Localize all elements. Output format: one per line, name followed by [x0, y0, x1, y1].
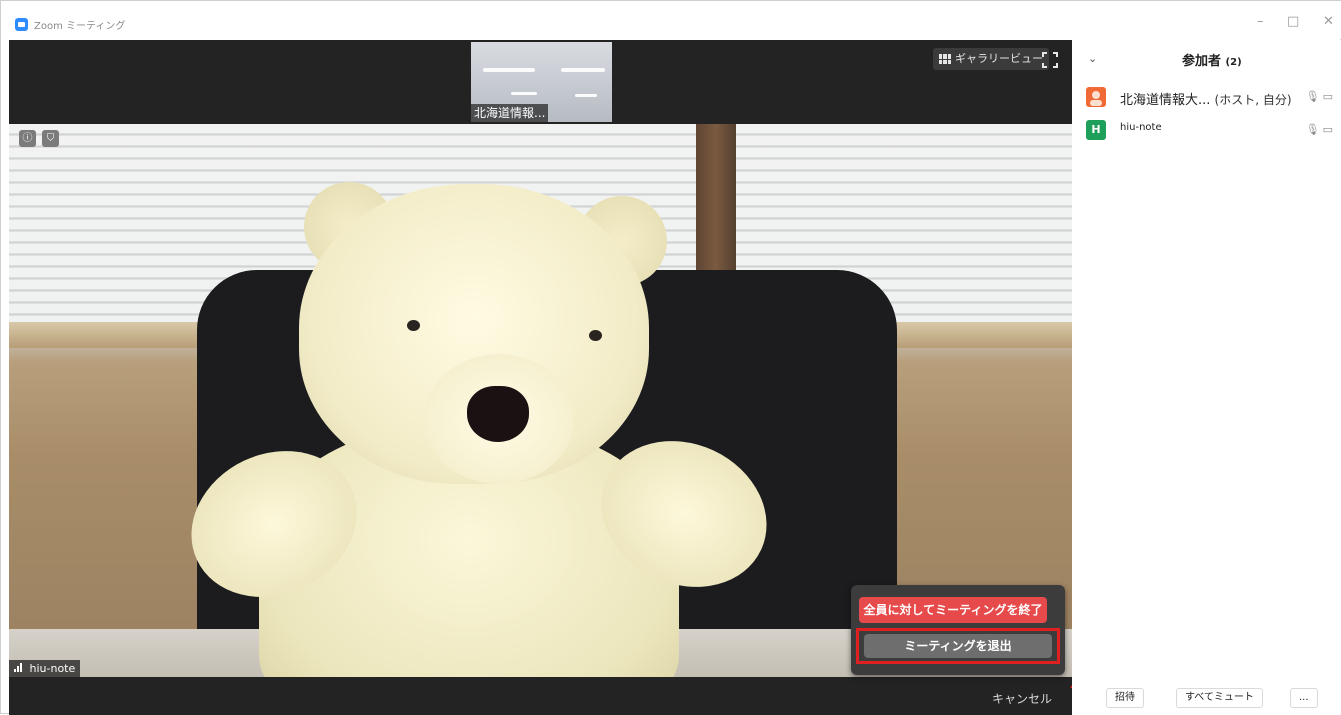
teddy-bear-nose — [467, 386, 529, 442]
shield-icon[interactable]: ⛉ — [42, 130, 59, 147]
grid-icon — [939, 54, 951, 64]
gallery-view-button[interactable]: ギャラリービュー — [933, 48, 1049, 70]
cancel-button[interactable]: キャンセル — [992, 690, 1052, 707]
mute-all-button[interactable]: すべてミュート — [1176, 688, 1263, 708]
participant-name: 北海道情報大... — [1120, 93, 1211, 108]
minimize-button[interactable]: – — [1257, 15, 1264, 29]
avatar — [1086, 87, 1106, 107]
invite-button[interactable]: 招待 — [1106, 688, 1144, 708]
fullscreen-icon[interactable] — [1042, 52, 1058, 68]
speaker-name: hiu-note — [29, 662, 76, 675]
microphone-icon[interactable]: 🎙 — [1306, 123, 1323, 136]
end-meeting-popup: 全員に対してミーティングを終了 ミーティングを退出 — [851, 585, 1065, 675]
maximize-button[interactable]: □ — [1287, 15, 1299, 29]
participants-panel: ⌄ 参加者 (2) 北海道情報大... (ホスト, 自分) 🎙▭ H hiu-n… — [1072, 40, 1341, 715]
person-icon — [1090, 91, 1102, 106]
chevron-down-icon[interactable]: ⌄ — [1088, 52, 1097, 65]
video-camera-icon[interactable]: ▭ — [1323, 90, 1336, 103]
panel-footer: 招待 すべてミュート ... — [1072, 686, 1341, 710]
leave-meeting-button[interactable]: ミーティングを退出 — [864, 634, 1052, 658]
participant-row[interactable]: H hiu-note 🎙▭ — [1086, 118, 1338, 142]
participant-thumbnail[interactable]: 北海道情報... — [471, 42, 612, 122]
participant-role: (ホスト, 自分) — [1214, 93, 1292, 107]
avatar: H — [1086, 120, 1106, 140]
more-options-button[interactable]: ... — [1290, 688, 1318, 708]
participant-count: (2) — [1225, 57, 1242, 68]
meeting-info-icons: ⓘ ⛉ — [19, 130, 59, 147]
zoom-app-icon — [15, 18, 28, 31]
thumbnail-name-label: 北海道情報... — [471, 104, 549, 122]
video-camera-icon[interactable]: ▭ — [1323, 123, 1336, 136]
speaker-name-tag: hiu-note — [9, 660, 81, 677]
title-bar: Zoom ミーティング – □ ✕ — [1, 1, 1341, 39]
panel-header: ⌄ 参加者 (2) — [1072, 50, 1341, 72]
end-meeting-for-all-button[interactable]: 全員に対してミーティングを終了 — [859, 597, 1047, 623]
leave-highlight-box: ミーティングを退出 — [856, 628, 1060, 664]
participant-name: hiu-note — [1120, 122, 1162, 133]
video-area: 北海道情報... ギャラリービュー ⓘ ⛉ hiu-note キャンセル 全員に… — [9, 40, 1112, 715]
microphone-icon[interactable]: 🎙 — [1306, 90, 1323, 103]
info-icon[interactable]: ⓘ — [19, 130, 36, 147]
signal-bars-icon — [14, 663, 22, 672]
participant-row[interactable]: 北海道情報大... (ホスト, 自分) 🎙▭ — [1086, 85, 1338, 109]
window-title: Zoom ミーティング — [34, 21, 126, 32]
zoom-window: Zoom ミーティング – □ ✕ 北海道情報... ギャラリービュー ⓘ ⛉ … — [0, 0, 1341, 715]
close-button[interactable]: ✕ — [1323, 15, 1334, 29]
panel-title: 参加者 (2) — [1182, 54, 1242, 69]
meeting-bottom-bar: キャンセル — [9, 677, 1072, 715]
gallery-view-label: ギャラリービュー — [955, 52, 1043, 65]
